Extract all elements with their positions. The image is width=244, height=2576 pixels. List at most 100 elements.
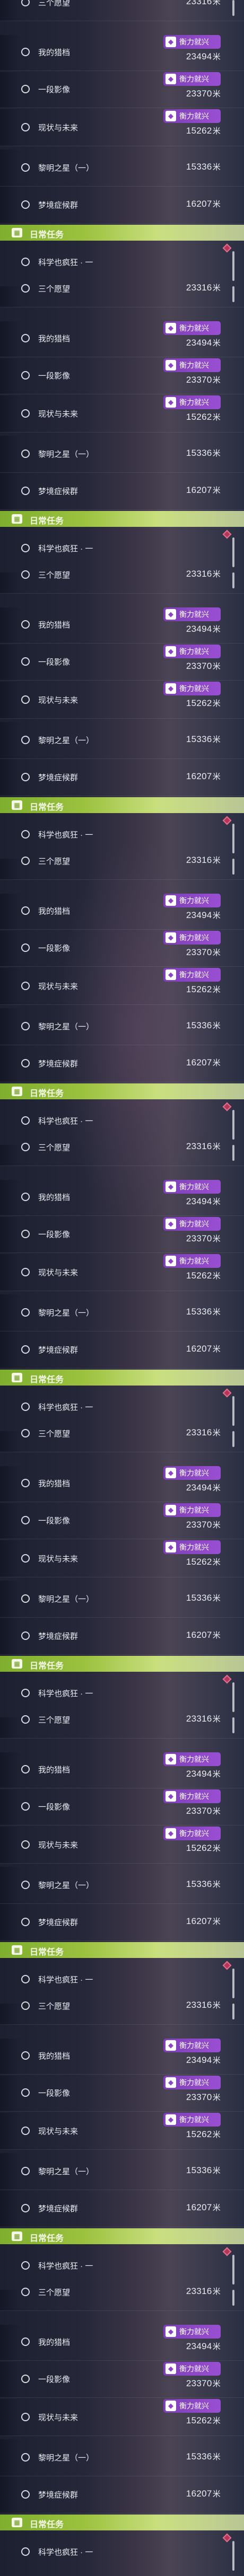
radio-circle-icon[interactable] — [21, 2337, 30, 2346]
task-row[interactable]: 现状与未来 ◆ 衡力就兴 15262米 — [0, 395, 244, 433]
task-row[interactable]: 现状与未来 ◆ 衡力就兴 15262米 — [0, 1540, 244, 1577]
radio-circle-icon[interactable] — [21, 2088, 30, 2097]
radio-circle-icon[interactable] — [21, 2261, 30, 2270]
radio-circle-icon[interactable] — [21, 200, 30, 209]
radio-circle-icon[interactable] — [21, 2413, 30, 2421]
radio-circle-icon[interactable] — [21, 695, 30, 704]
scrollbar[interactable] — [232, 572, 234, 588]
radio-circle-icon[interactable] — [21, 1429, 30, 1437]
scrollbar[interactable] — [232, 0, 234, 16]
task-row[interactable]: 黎明之星（一） 15336米 — [0, 1581, 244, 1618]
radio-circle-icon[interactable] — [21, 570, 30, 579]
radio-circle-icon[interactable] — [21, 1802, 30, 1811]
task-row[interactable]: 三个愿望 23316米 — [0, 1427, 244, 1452]
scrollbar[interactable] — [232, 1396, 234, 1426]
radio-circle-icon[interactable] — [21, 48, 30, 56]
scrollbar[interactable] — [232, 537, 234, 567]
radio-circle-icon[interactable] — [21, 2204, 30, 2212]
task-row[interactable]: 三个愿望 23316米 — [0, 0, 244, 21]
scrollbar[interactable] — [232, 824, 234, 853]
task-row[interactable]: 我的猎档 ◆ 衡力就兴 23494米 — [0, 2039, 244, 2075]
task-row[interactable]: 梦境症候群 16207米 — [0, 1045, 244, 1082]
task-row[interactable]: 三个愿望 23316米 — [0, 569, 244, 594]
scrollbar[interactable] — [232, 1145, 234, 1161]
daily-task-row[interactable]: 科学也疯狂 · 一 — [0, 2244, 244, 2284]
daily-task-row[interactable]: 科学也疯狂 · 一 — [0, 2530, 244, 2571]
radio-circle-icon[interactable] — [21, 449, 30, 458]
task-row[interactable]: 三个愿望 23316米 — [0, 283, 244, 307]
radio-circle-icon[interactable] — [21, 857, 30, 865]
scrollbar[interactable] — [232, 2541, 234, 2571]
task-row[interactable]: 我的猎档 ◆ 衡力就兴 23494米 — [0, 1180, 244, 1216]
daily-task-row[interactable]: 科学也疯狂 · 一 — [0, 1386, 244, 1426]
radio-circle-icon[interactable] — [21, 1516, 30, 1524]
daily-task-row[interactable]: 科学也疯狂 · 一 — [0, 1672, 244, 1712]
radio-circle-icon[interactable] — [21, 906, 30, 915]
task-row[interactable]: 黎明之星（一） 15336米 — [0, 436, 244, 473]
daily-task-row[interactable]: 科学也疯狂 · 一 — [0, 1099, 244, 1140]
radio-circle-icon[interactable] — [21, 1594, 30, 1603]
scrollbar[interactable] — [232, 1969, 234, 1998]
task-row[interactable]: 梦境症候群 16207米 — [0, 1331, 244, 1369]
radio-circle-icon[interactable] — [21, 1193, 30, 1201]
scrollbar[interactable] — [232, 251, 234, 281]
task-row[interactable]: 现状与未来 ◆ 衡力就兴 15262米 — [0, 2399, 244, 2436]
radio-circle-icon[interactable] — [21, 1402, 30, 1411]
scrollbar[interactable] — [232, 2255, 234, 2284]
scrollbar[interactable] — [232, 2004, 234, 2019]
task-row[interactable]: 一段影像 ◆ 衡力就兴 23370米 — [0, 645, 244, 681]
radio-circle-icon[interactable] — [21, 409, 30, 418]
radio-circle-icon[interactable] — [21, 544, 30, 552]
task-row[interactable]: 一段影像 ◆ 衡力就兴 23370米 — [0, 1503, 244, 1539]
radio-circle-icon[interactable] — [21, 1554, 30, 1563]
scrollbar[interactable] — [232, 1431, 234, 1447]
radio-circle-icon[interactable] — [21, 982, 30, 990]
task-row[interactable]: 一段影像 ◆ 衡力就兴 23370米 — [0, 1217, 244, 1253]
radio-circle-icon[interactable] — [21, 943, 30, 952]
task-row[interactable]: 黎明之星（一） 15336米 — [0, 149, 244, 187]
task-row[interactable]: 我的猎档 ◆ 衡力就兴 23494米 — [0, 1466, 244, 1502]
radio-circle-icon[interactable] — [21, 657, 30, 666]
radio-circle-icon[interactable] — [21, 736, 30, 744]
task-row[interactable]: 三个愿望 23316米 — [0, 2286, 244, 2311]
daily-task-row[interactable]: 科学也疯狂 · 一 — [0, 1958, 244, 1998]
radio-circle-icon[interactable] — [21, 1345, 30, 1354]
radio-circle-icon[interactable] — [21, 2490, 30, 2499]
radio-circle-icon[interactable] — [21, 371, 30, 380]
radio-circle-icon[interactable] — [21, 2001, 30, 2010]
task-row[interactable]: 一段影像 ◆ 衡力就兴 23370米 — [0, 358, 244, 394]
task-row[interactable]: 三个愿望 23316米 — [0, 1714, 244, 1739]
radio-circle-icon[interactable] — [21, 123, 30, 131]
radio-circle-icon[interactable] — [21, 334, 30, 342]
radio-circle-icon[interactable] — [21, 85, 30, 93]
radio-circle-icon[interactable] — [21, 1230, 30, 1238]
task-row[interactable]: 梦境症候群 16207米 — [0, 473, 244, 510]
daily-task-row[interactable]: 科学也疯狂 · 一 — [0, 813, 244, 853]
task-row[interactable]: 现状与未来 ◆ 衡力就兴 15262米 — [0, 682, 244, 719]
task-row[interactable]: 黎明之星（一） 15336米 — [0, 2153, 244, 2190]
task-row[interactable]: 一段影像 ◆ 衡力就兴 23370米 — [0, 2076, 244, 2112]
task-row[interactable]: 我的猎档 ◆ 衡力就兴 23494米 — [0, 35, 244, 71]
radio-circle-icon[interactable] — [21, 487, 30, 495]
radio-circle-icon[interactable] — [21, 1116, 30, 1125]
task-row[interactable]: 梦境症候群 16207米 — [0, 1904, 244, 1941]
task-row[interactable]: 黎明之星（一） 15336米 — [0, 2439, 244, 2476]
radio-circle-icon[interactable] — [21, 1631, 30, 1640]
task-row[interactable]: 现状与未来 ◆ 衡力就兴 15262米 — [0, 968, 244, 1005]
task-row[interactable]: 梦境症候群 16207米 — [0, 2190, 244, 2227]
radio-circle-icon[interactable] — [21, 1881, 30, 1889]
task-row[interactable]: 现状与未来 ◆ 衡力就兴 15262米 — [0, 1827, 244, 1864]
radio-circle-icon[interactable] — [21, 773, 30, 781]
radio-circle-icon[interactable] — [21, 2453, 30, 2462]
daily-task-row[interactable]: 科学也疯狂 · 一 — [0, 527, 244, 567]
radio-circle-icon[interactable] — [21, 163, 30, 172]
radio-circle-icon[interactable] — [21, 830, 30, 839]
task-row[interactable]: 现状与未来 ◆ 衡力就兴 15262米 — [0, 109, 244, 146]
radio-circle-icon[interactable] — [21, 2167, 30, 2175]
radio-circle-icon[interactable] — [21, 2375, 30, 2383]
radio-circle-icon[interactable] — [21, 2288, 30, 2296]
radio-circle-icon[interactable] — [21, 2127, 30, 2135]
task-row[interactable]: 黎明之星（一） 15336米 — [0, 722, 244, 759]
task-row[interactable]: 三个愿望 23316米 — [0, 2000, 244, 2025]
radio-circle-icon[interactable] — [21, 1715, 30, 1724]
